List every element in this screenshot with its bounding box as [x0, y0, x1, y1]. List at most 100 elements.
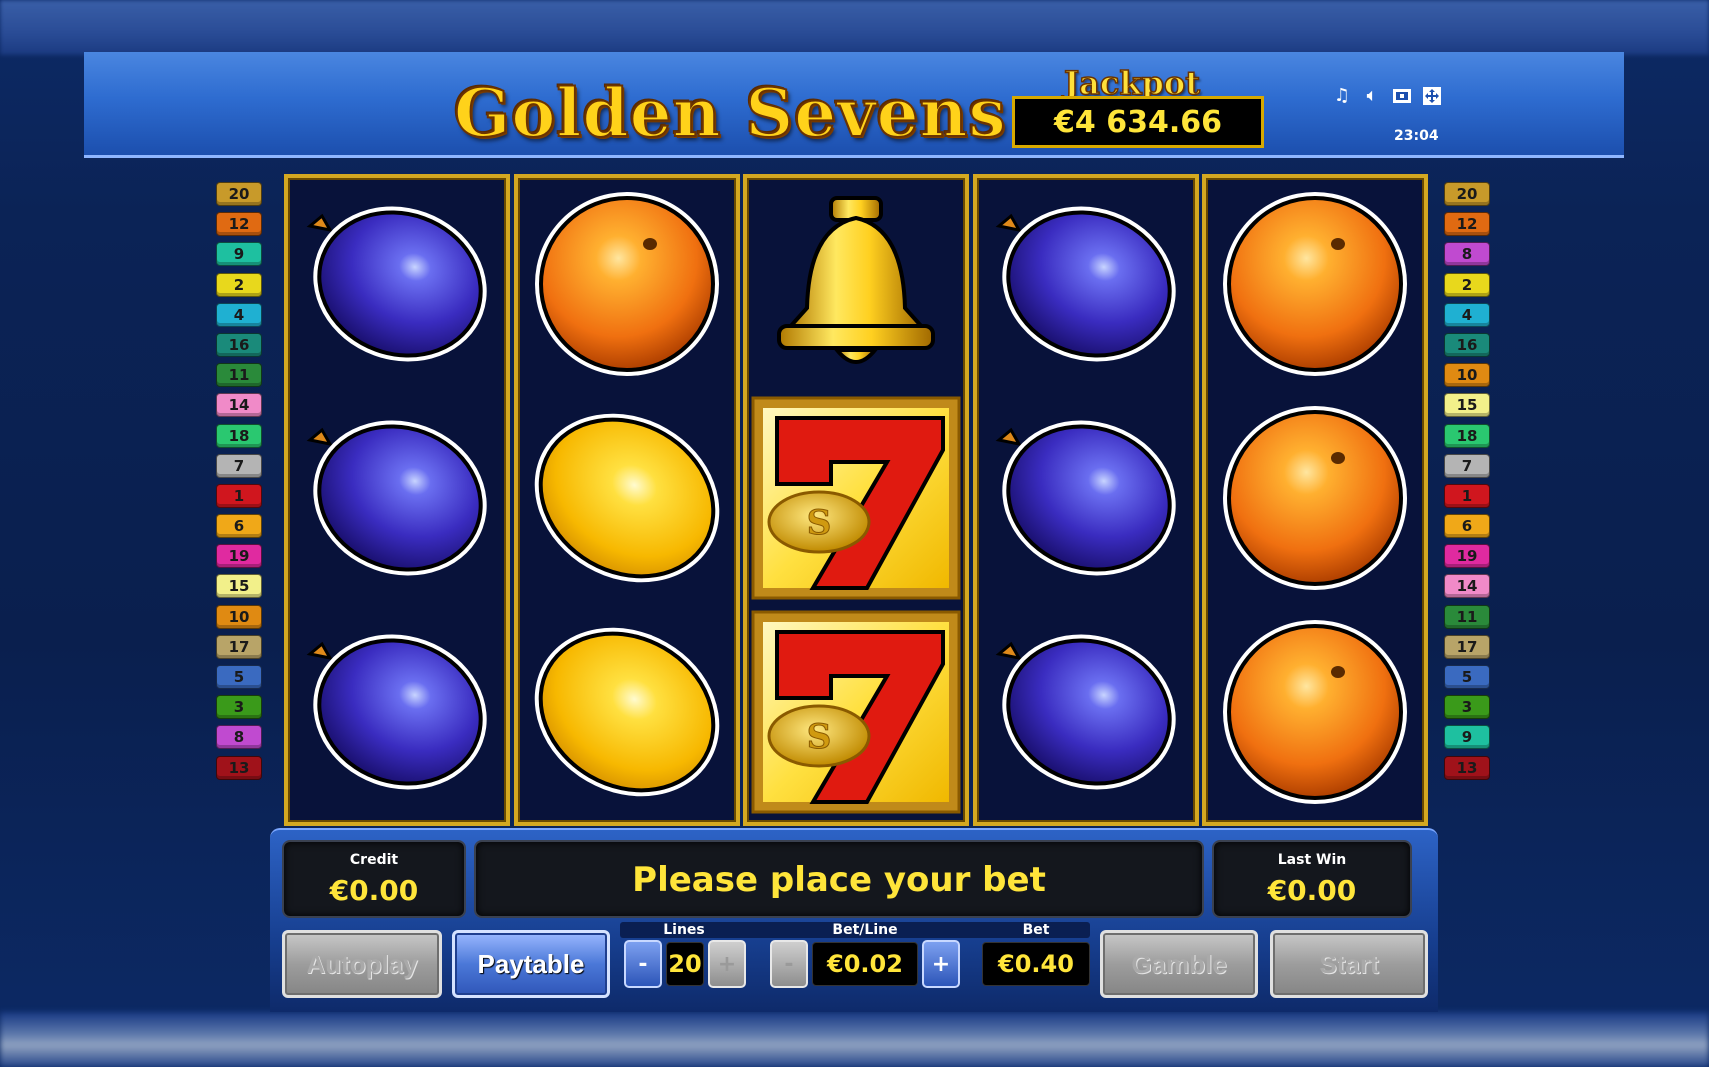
payline-badge-right-6[interactable]: 6 [1444, 514, 1490, 539]
payline-badge-left-15[interactable]: 15 [216, 574, 262, 599]
lines-minus-button[interactable]: - [624, 940, 662, 988]
orange-symbol [1206, 178, 1424, 390]
svg-text:S: S [807, 503, 832, 543]
jackpot-display: €4 634.66 [1012, 96, 1264, 148]
reel-1 [284, 174, 510, 826]
orange-symbol [1206, 392, 1424, 604]
payline-badge-left-9[interactable]: 9 [216, 242, 262, 267]
payline-badge-right-9[interactable]: 9 [1444, 725, 1490, 750]
payline-badge-right-11[interactable]: 11 [1444, 604, 1490, 629]
plum-symbol [977, 606, 1195, 818]
paytable-button[interactable]: Paytable [452, 930, 610, 998]
game-title: Golden Sevens [453, 73, 1007, 153]
payline-badge-left-8[interactable]: 8 [216, 725, 262, 750]
reel-4 [972, 174, 1199, 826]
clock: 23:04 [1394, 128, 1439, 144]
payline-badge-left-6[interactable]: 6 [216, 514, 262, 539]
header-icons: ♫ 🔈︎ [1332, 86, 1442, 106]
payline-badge-right-16[interactable]: 16 [1444, 332, 1490, 357]
jackpot-value: €4 634.66 [1054, 104, 1222, 140]
payline-badge-left-4[interactable]: 4 [216, 302, 262, 327]
payline-badge-left-16[interactable]: 16 [216, 332, 262, 357]
info-icon[interactable] [1392, 86, 1412, 106]
payline-badge-right-17[interactable]: 17 [1444, 634, 1490, 659]
lastwin-value: €0.00 [1267, 874, 1357, 907]
payline-badge-left-2[interactable]: 2 [216, 272, 262, 297]
payline-badge-right-13[interactable]: 13 [1444, 755, 1490, 780]
orange-symbol [1206, 606, 1424, 818]
betline-minus-button[interactable]: - [770, 940, 808, 988]
payline-badge-right-15[interactable]: 15 [1444, 393, 1490, 418]
payline-badge-left-10[interactable]: 10 [216, 604, 262, 629]
payline-badge-right-7[interactable]: 7 [1444, 453, 1490, 478]
betline-plus-button[interactable]: + [922, 940, 960, 988]
lemon-symbol [518, 606, 736, 818]
bell-symbol [747, 178, 965, 390]
paylines-left: 20 12 9 2 4 16 11 14 18 7 1 6 19 15 10 17 5 3 8 13 [216, 182, 262, 786]
payline-badge-left-17[interactable]: 17 [216, 634, 262, 659]
start-button[interactable]: Start [1270, 930, 1428, 998]
bet-label: Bet [1022, 922, 1050, 938]
payline-badge-right-19[interactable]: 19 [1444, 544, 1490, 569]
reel-2 [513, 174, 740, 826]
lines-value: 20 [666, 942, 704, 986]
lastwin-label: Last Win [1277, 852, 1347, 868]
payline-badge-right-5[interactable]: 5 [1444, 665, 1490, 689]
lines-plus-button[interactable]: + [708, 940, 746, 988]
bet-value: €0.40 [982, 942, 1090, 986]
plum-symbol [288, 606, 506, 818]
payline-badge-right-12[interactable]: 12 [1444, 212, 1490, 237]
paylines-right: 20 12 8 2 4 16 10 15 18 7 1 6 19 14 11 17 5 3 9 13 [1444, 182, 1490, 786]
payline-badge-right-3[interactable]: 3 [1444, 695, 1490, 720]
game-header: Golden Sevens Jackpot €4 634.66 ♫ 🔈︎ 23:… [84, 52, 1624, 158]
betline-label: Bet/Line [832, 922, 898, 938]
payline-badge-right-2[interactable]: 2 [1444, 272, 1490, 297]
credit-label: Credit [349, 852, 399, 868]
speaker-icon[interactable]: 🔈︎ [1362, 86, 1382, 106]
control-panel: Credit €0.00 Please place your bet Last … [270, 828, 1438, 1012]
payline-badge-left-19[interactable]: 19 [216, 544, 262, 569]
slot-game: Golden Sevens Jackpot €4 634.66 ♫ 🔈︎ 23:… [84, 52, 1624, 1012]
status-message: Please place your bet [632, 860, 1046, 900]
plum-symbol [288, 178, 506, 390]
payline-badge-left-13[interactable]: 13 [216, 755, 262, 780]
payline-badge-left-7[interactable]: 7 [216, 453, 262, 478]
backdrop-top [0, 0, 1709, 55]
lines-label: Lines [663, 922, 705, 938]
reel-area: S S [284, 174, 1428, 826]
payline-badge-left-18[interactable]: 18 [216, 423, 262, 448]
svg-text:S: S [807, 717, 832, 757]
payline-badge-left-3[interactable]: 3 [216, 695, 262, 720]
payline-badge-right-14[interactable]: 14 [1444, 574, 1490, 599]
gamble-button[interactable]: Gamble [1100, 930, 1258, 998]
payline-badge-right-1[interactable]: 1 [1444, 483, 1490, 508]
payline-badge-right-4[interactable]: 4 [1444, 302, 1490, 327]
message-display: Please place your bet [474, 840, 1204, 918]
credit-value: €0.00 [329, 874, 419, 907]
plum-symbol [977, 178, 1195, 390]
credit-display: Credit €0.00 [282, 840, 466, 918]
payline-badge-right-8[interactable]: 8 [1444, 242, 1490, 267]
betline-value: €0.02 [812, 942, 918, 986]
lemon-symbol [518, 392, 736, 604]
payline-badge-right-18[interactable]: 18 [1444, 423, 1490, 448]
plum-symbol [288, 392, 506, 604]
autoplay-button[interactable]: Autoplay [282, 930, 442, 998]
payline-badge-left-12[interactable]: 12 [216, 212, 262, 237]
payline-badge-right-10[interactable]: 10 [1444, 363, 1490, 388]
seven-symbol: S [747, 606, 965, 818]
fullscreen-icon[interactable] [1422, 86, 1442, 106]
plum-symbol [977, 392, 1195, 604]
payline-badge-left-1[interactable]: 1 [216, 483, 262, 508]
orange-symbol [518, 178, 736, 390]
payline-badge-left-5[interactable]: 5 [216, 665, 262, 689]
music-icon[interactable]: ♫ [1332, 86, 1352, 106]
lastwin-display: Last Win €0.00 [1212, 840, 1412, 918]
payline-badge-left-11[interactable]: 11 [216, 363, 262, 388]
reel-3: S S [743, 174, 969, 826]
reel-5 [1202, 174, 1428, 826]
payline-badge-left-14[interactable]: 14 [216, 393, 262, 418]
payline-badge-right-20[interactable]: 20 [1444, 182, 1490, 206]
seven-symbol: S [747, 392, 965, 604]
payline-badge-left-20[interactable]: 20 [216, 182, 262, 206]
